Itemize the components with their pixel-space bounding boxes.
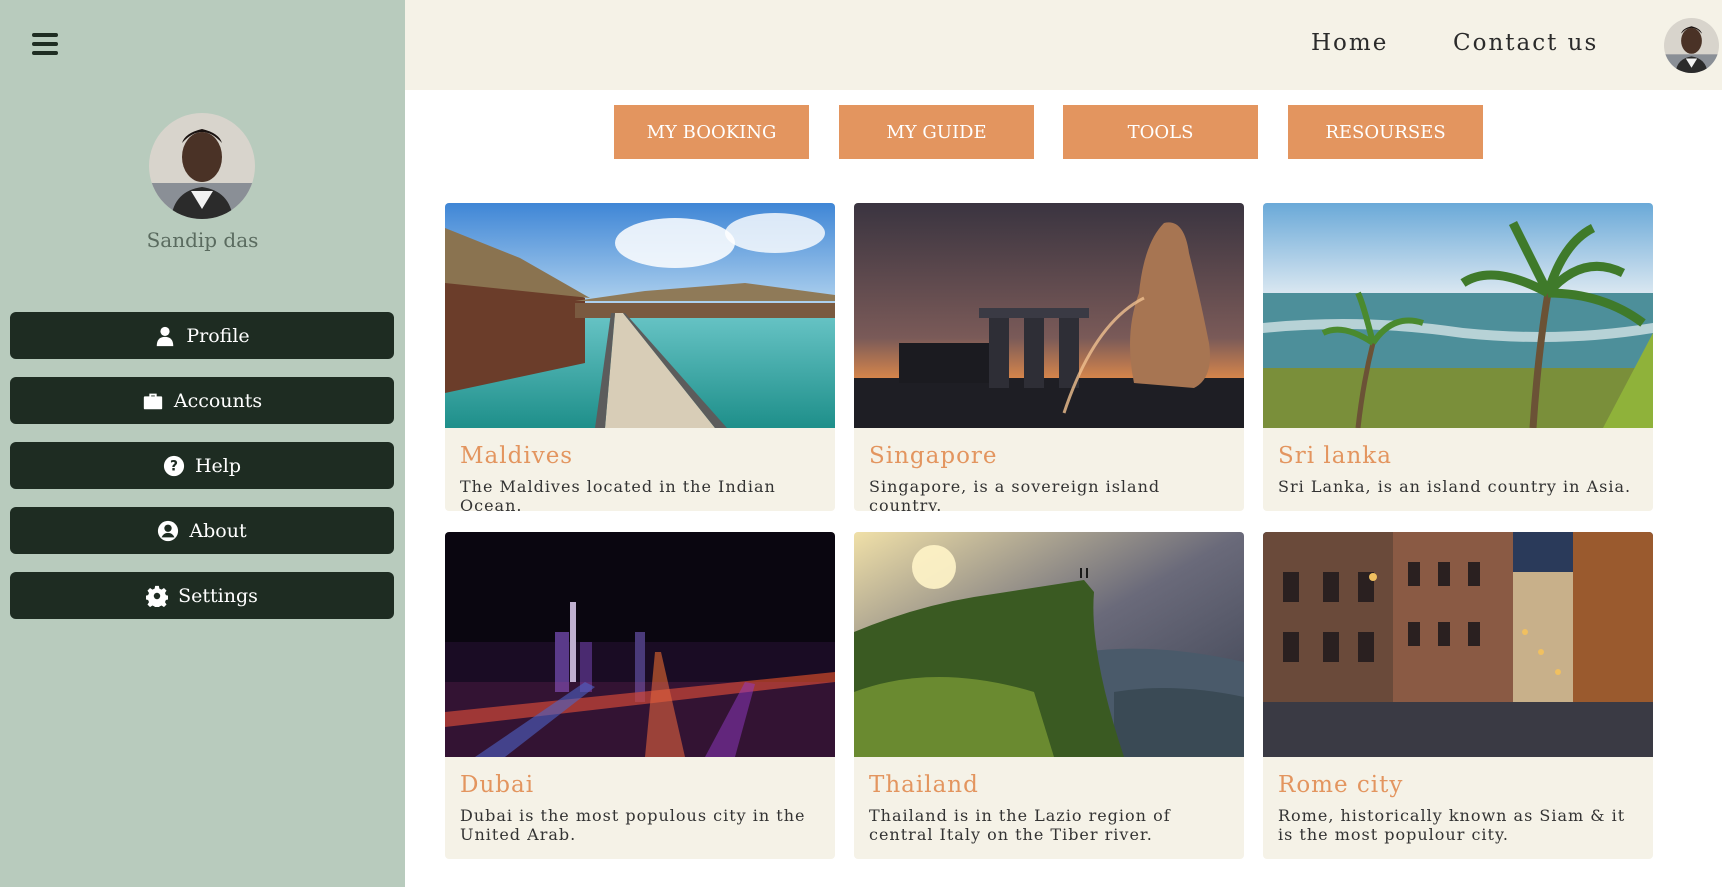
card-description: The Maldives located in the Indian Ocean… (460, 477, 776, 511)
destination-card-rome-city[interactable]: Rome city Rome, historically known as Si… (1263, 532, 1653, 859)
nav-contact-link[interactable]: Contact us (1453, 30, 1598, 56)
sri-lanka-image (1263, 203, 1653, 428)
card-title: Singapore (869, 443, 998, 469)
maldives-image (445, 203, 835, 428)
singapore-image (854, 203, 1244, 428)
rome-city-image (1263, 532, 1653, 757)
card-title: Rome city (1278, 772, 1404, 798)
destination-card-thailand[interactable]: Thailand Thailand is in the Lazio region… (854, 532, 1244, 859)
gear-icon (146, 585, 169, 607)
tab-resources[interactable]: RESOURSES (1288, 105, 1483, 159)
header-avatar[interactable] (1664, 18, 1719, 73)
user-icon (157, 326, 174, 346)
sidebar-menu: Profile Accounts ? Help About Settings (10, 312, 394, 637)
nav-home-link[interactable]: Home (1311, 30, 1388, 56)
card-title: Sri lanka (1278, 443, 1392, 469)
user-circle-icon (158, 520, 179, 541)
card-title: Thailand (869, 772, 979, 798)
sidebar-item-label: Help (194, 454, 242, 477)
card-title: Maldives (460, 443, 574, 469)
tab-my-booking[interactable]: MY BOOKING (614, 105, 809, 159)
sidebar-item-settings[interactable]: Settings (10, 572, 394, 619)
card-description: Singapore, is a sovereign island country… (869, 477, 1161, 511)
sidebar-item-accounts[interactable]: Accounts (10, 377, 394, 424)
user-name: Sandip das (146, 228, 259, 252)
thailand-image (854, 532, 1244, 757)
avatar (149, 113, 255, 219)
sidebar-item-label: Accounts (173, 389, 263, 412)
card-title: Dubai (460, 772, 535, 798)
card-description: Thailand is in the Lazio region of centr… (869, 806, 1171, 844)
hamburger-icon[interactable] (32, 33, 58, 55)
question-icon: ? (163, 455, 185, 476)
sidebar-item-label: Profile (186, 324, 250, 347)
dubai-image (445, 532, 835, 757)
tab-my-guide[interactable]: MY GUIDE (839, 105, 1034, 159)
sidebar: Sandip das Profile Accounts ? Help About… (0, 0, 405, 887)
sidebar-item-about[interactable]: About (10, 507, 394, 554)
svg-text:?: ? (170, 458, 178, 474)
top-header: Home Contact us (405, 0, 1722, 90)
tab-tools[interactable]: TOOLS (1063, 105, 1258, 159)
sidebar-item-label: About (189, 519, 247, 542)
sidebar-item-help[interactable]: ? Help (10, 442, 394, 489)
sidebar-item-label: Settings (178, 584, 258, 607)
card-description: Dubai is the most populous city in the U… (460, 806, 806, 844)
card-description: Rome, historically known as Siam & it is… (1278, 806, 1626, 844)
briefcase-icon (143, 393, 163, 409)
destination-card-maldives[interactable]: Maldives The Maldives located in the Ind… (445, 203, 835, 511)
sidebar-item-profile[interactable]: Profile (10, 312, 394, 359)
destination-card-sri-lanka[interactable]: Sri lanka Sri Lanka, is an island countr… (1263, 203, 1653, 511)
destination-card-singapore[interactable]: Singapore Singapore, is a sovereign isla… (854, 203, 1244, 511)
card-description: Sri Lanka, is an island country in Asia. (1278, 477, 1632, 496)
destination-card-dubai[interactable]: Dubai Dubai is the most populous city in… (445, 532, 835, 859)
